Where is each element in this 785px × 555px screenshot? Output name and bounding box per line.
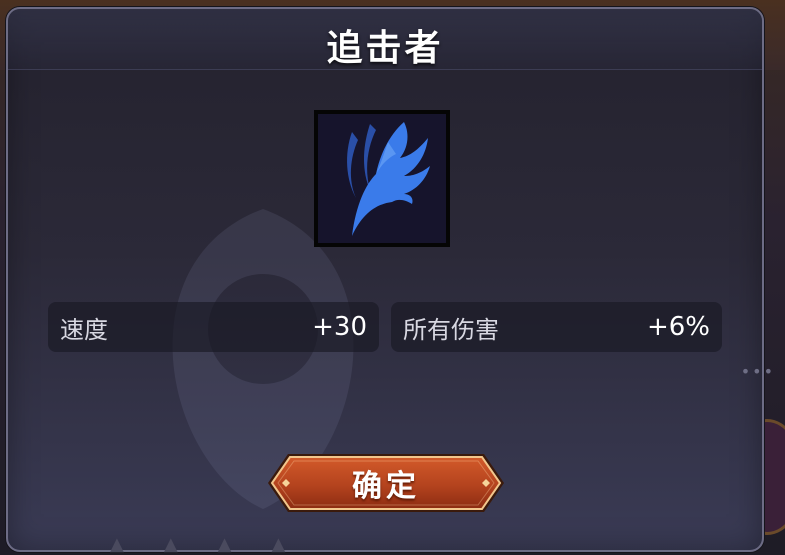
stat-label: 所有伤害: [403, 315, 499, 344]
more-dots-icon: •••: [740, 362, 775, 381]
dialog-title: 追击者: [326, 28, 444, 69]
stat-row-all-damage: 所有伤害 +6%: [391, 302, 722, 352]
background-stars-icon: ▲▲▲▲: [110, 534, 326, 555]
confirm-button-label: 确定: [352, 469, 420, 504]
confirm-button[interactable]: 确定: [266, 452, 506, 514]
stat-label: 速度: [60, 315, 108, 344]
stat-value: +30: [312, 312, 367, 342]
dialog-panel: 追击者 速度 +30 所有伤害 +6% 确定: [6, 7, 764, 552]
blue-wing-icon: [347, 122, 430, 236]
stat-row-speed: 速度 +30: [48, 302, 379, 352]
stat-value: +6%: [646, 312, 710, 342]
game-screen: 追击者 速度 +30 所有伤害 +6% 确定 ••• ▲▲▲▲: [0, 0, 785, 555]
skill-icon-frame: [314, 110, 450, 247]
